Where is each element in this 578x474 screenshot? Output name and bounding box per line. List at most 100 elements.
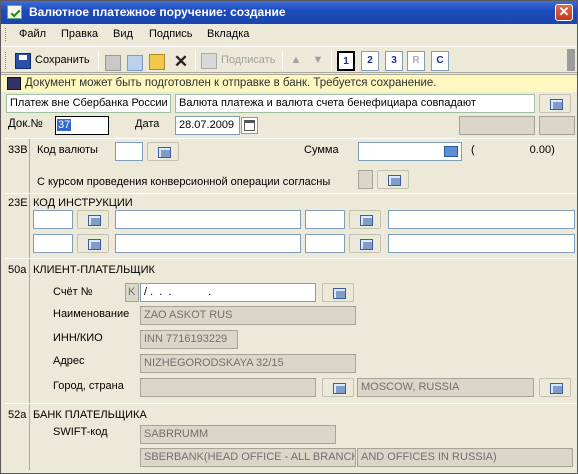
readonly-field bbox=[459, 116, 535, 135]
toolbar-separator bbox=[331, 51, 332, 70]
sign-icon bbox=[201, 53, 217, 69]
amount-input[interactable] bbox=[358, 142, 462, 161]
close-button[interactable]: ✕ bbox=[555, 4, 573, 21]
currency-code-label: Код валюты bbox=[37, 144, 98, 156]
conversion-field[interactable] bbox=[358, 170, 373, 189]
page-c-button[interactable]: C bbox=[431, 51, 449, 71]
instruction-code-title: КОД ИНСТРУКЦИИ bbox=[33, 197, 133, 209]
payer-title: КЛИЕНТ-ПЛАТЕЛЬЩИК bbox=[33, 264, 155, 276]
divider bbox=[29, 194, 30, 258]
payment-type-field[interactable]: Платеж вне Сбербанка России bbox=[6, 94, 171, 113]
sign-label: Подписать bbox=[221, 54, 276, 66]
delete-icon[interactable]: ✕ bbox=[173, 53, 189, 70]
field-code-33b: 33B bbox=[8, 144, 28, 156]
sign-button[interactable]: Подписать bbox=[199, 51, 279, 71]
print-icon[interactable] bbox=[105, 55, 121, 71]
swift-label: SWIFT-код bbox=[53, 426, 108, 438]
conversion-label: С курсом проведения конверсионной операц… bbox=[37, 176, 331, 188]
page-r-button[interactable]: R bbox=[407, 51, 425, 71]
arrow-up-icon[interactable]: ▲ bbox=[288, 54, 304, 70]
calendar-icon[interactable] bbox=[241, 117, 258, 134]
date-input[interactable]: 28.07.2009 bbox=[175, 116, 240, 135]
divider bbox=[5, 193, 577, 194]
toolbar-grip bbox=[5, 52, 8, 69]
menu-file[interactable]: Файл bbox=[19, 28, 46, 40]
document-check-icon bbox=[7, 5, 22, 19]
floppy-icon bbox=[15, 53, 31, 69]
save-label: Сохранить bbox=[35, 54, 90, 66]
divider bbox=[5, 403, 577, 404]
country-lookup-button[interactable] bbox=[539, 378, 571, 397]
city-lookup-button[interactable] bbox=[322, 378, 354, 397]
calculator-icon[interactable] bbox=[444, 146, 458, 157]
divider bbox=[5, 258, 577, 259]
bank-name-value-2: AND OFFICES IN RUSSIA) bbox=[361, 451, 497, 463]
account-value: / . . . . bbox=[144, 286, 212, 298]
menu-tab[interactable]: Вкладка bbox=[207, 28, 249, 40]
field-code-23e: 23E bbox=[8, 197, 28, 209]
address-value: NIZHEGORODSKAYA 32/15 bbox=[144, 357, 284, 369]
page-1-button[interactable]: 1 bbox=[337, 51, 355, 71]
account-label: Счёт № bbox=[53, 286, 93, 298]
disk-icon bbox=[7, 77, 21, 90]
bank-name-field: AND OFFICES IN RUSSIA) bbox=[357, 448, 573, 467]
swift-value: SABRRUMM bbox=[144, 428, 209, 440]
payer-bank-title: БАНК ПЛАТЕЛЬЩИКА bbox=[33, 409, 147, 421]
amount-label: Сумма bbox=[304, 144, 339, 156]
copy-icon[interactable] bbox=[127, 55, 143, 71]
readonly-field bbox=[539, 116, 575, 135]
field-code-52a: 52a bbox=[8, 409, 27, 421]
address-label: Адрес bbox=[53, 355, 85, 367]
menu-view[interactable]: Вид bbox=[113, 28, 133, 40]
instruction-text-input[interactable] bbox=[115, 210, 301, 229]
amount-display: ( 0.00) bbox=[471, 144, 555, 156]
page-2-button[interactable]: 2 bbox=[361, 51, 379, 71]
city-country-field: MOSCOW, RUSSIA bbox=[357, 378, 534, 397]
field-code-50a: 50a bbox=[8, 264, 27, 276]
instruction-text-input[interactable] bbox=[388, 210, 575, 229]
title-bar: Валютное платежное поручение: создание ✕ bbox=[1, 1, 577, 24]
window: Валютное платежное поручение: создание ✕… bbox=[0, 0, 578, 474]
instruction-lookup-button[interactable] bbox=[349, 210, 381, 229]
instruction-lookup-button[interactable] bbox=[349, 234, 381, 253]
city-country-value: MOSCOW, RUSSIA bbox=[361, 381, 460, 393]
account-prefix-value: K bbox=[128, 286, 136, 298]
divider bbox=[5, 138, 577, 139]
lookup-button[interactable] bbox=[539, 94, 571, 113]
instruction-lookup-button[interactable] bbox=[77, 210, 109, 229]
divider bbox=[29, 139, 30, 194]
currency-lookup-button[interactable] bbox=[147, 142, 179, 161]
arrow-down-icon[interactable]: ▼ bbox=[310, 54, 326, 70]
payer-name-field: ZAO ASKOT RUS bbox=[140, 306, 356, 325]
instruction-text-input[interactable] bbox=[115, 234, 301, 253]
instruction-code-input[interactable] bbox=[33, 210, 73, 229]
instruction-text-input[interactable] bbox=[388, 234, 575, 253]
menu-bar: Файл Правка Вид Подпись Вкладка bbox=[1, 25, 577, 44]
account-prefix-field: K bbox=[125, 283, 139, 302]
currency-code-input[interactable] bbox=[115, 142, 143, 161]
toolbar-separator bbox=[282, 51, 283, 70]
instruction-lookup-button[interactable] bbox=[77, 234, 109, 253]
name-label: Наименование bbox=[53, 308, 130, 320]
window-title: Валютное платежное поручение: создание bbox=[29, 5, 286, 19]
instruction-code-input[interactable] bbox=[305, 210, 345, 229]
page-3-button[interactable]: 3 bbox=[385, 51, 403, 71]
conversion-lookup-button[interactable] bbox=[377, 170, 409, 189]
currency-note-field[interactable]: Валюта платежа и валюта счета бенефициар… bbox=[175, 94, 535, 113]
open-folder-icon[interactable] bbox=[149, 54, 165, 70]
city-country-label: Город, страна bbox=[53, 380, 124, 392]
account-input[interactable]: / . . . . bbox=[140, 283, 316, 302]
instruction-code-input[interactable] bbox=[33, 234, 73, 253]
address-field: NIZHEGORODSKAYA 32/15 bbox=[140, 354, 356, 373]
currency-note-value: Валюта платежа и валюта счета бенефициар… bbox=[179, 97, 476, 109]
account-lookup-button[interactable] bbox=[322, 283, 354, 302]
doc-no-input[interactable]: 37 bbox=[55, 116, 109, 135]
info-message: Документ может быть подготовлен к отправ… bbox=[25, 77, 437, 89]
save-button[interactable]: Сохранить bbox=[13, 51, 95, 71]
menu-edit[interactable]: Правка bbox=[61, 28, 98, 40]
instruction-code-input[interactable] bbox=[305, 234, 345, 253]
menu-sign[interactable]: Подпись bbox=[149, 28, 193, 40]
info-bar: Документ может быть подготовлен к отправ… bbox=[1, 74, 577, 92]
toolbar-overflow-icon[interactable] bbox=[567, 49, 575, 71]
bank-name-field: SBERBANK(HEAD OFFICE - ALL BRANCHES bbox=[140, 448, 356, 467]
